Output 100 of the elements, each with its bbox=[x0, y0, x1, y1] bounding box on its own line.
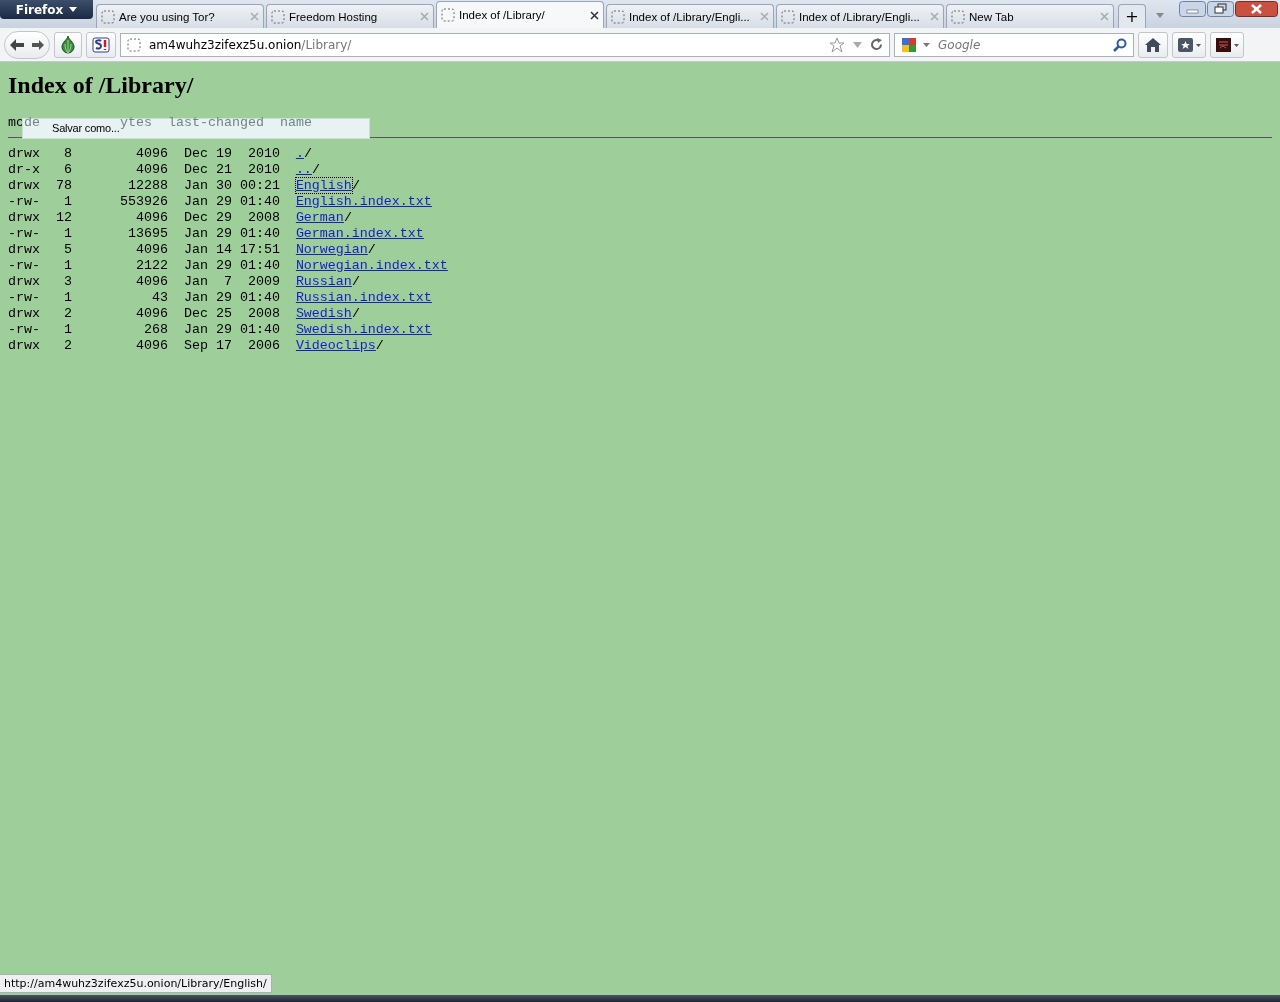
home-icon[interactable] bbox=[1145, 37, 1161, 52]
search-engine-icon[interactable] bbox=[901, 36, 917, 53]
slash-text: / bbox=[351, 178, 360, 193]
page-icon bbox=[127, 37, 141, 52]
search-field[interactable]: Google bbox=[894, 32, 1134, 57]
close-icon[interactable] bbox=[590, 10, 599, 20]
bytes-cell-text: 4096 bbox=[134, 306, 168, 322]
bytes-cell-text: 13695 bbox=[126, 226, 168, 242]
file-link[interactable]: German bbox=[295, 210, 344, 225]
restore-icon[interactable] bbox=[1207, 1, 1234, 17]
mode-cell: drwx bbox=[8, 178, 40, 194]
back-icon[interactable] bbox=[9, 37, 25, 52]
date-cell: Sep 17 2006 bbox=[183, 338, 280, 354]
mode-cell: -rw- bbox=[8, 194, 40, 210]
links-cell-text: 78 bbox=[54, 178, 72, 194]
links-cell-text: 1 bbox=[62, 258, 72, 274]
star-icon[interactable] bbox=[829, 36, 845, 53]
page-icon bbox=[951, 9, 965, 24]
browser-tab[interactable]: Freedom Hosting bbox=[266, 4, 434, 28]
file-link[interactable]: Norwegian bbox=[295, 242, 368, 257]
mode-cell: drwx bbox=[8, 274, 40, 290]
slash-text: / bbox=[311, 162, 320, 177]
bytes-cell-text: 4096 bbox=[134, 274, 168, 290]
bytes-cell-text: 4096 bbox=[134, 210, 168, 226]
address-bar[interactable]: am4wuhz3zifexz5u.onion/Library/ bbox=[120, 32, 890, 57]
date-cell: Jan 7 2009 bbox=[183, 274, 280, 290]
mode-cell: -rw- bbox=[8, 226, 40, 242]
onion-icon[interactable] bbox=[60, 35, 76, 54]
mode-cell: drwx bbox=[8, 210, 40, 226]
browser-tab[interactable]: Index of /Library/Engli... bbox=[776, 4, 944, 28]
minimize-icon[interactable] bbox=[1179, 1, 1206, 17]
slash-text: / bbox=[303, 146, 312, 161]
file-link[interactable]: Swedish.index.txt bbox=[295, 322, 432, 337]
date-cell: Dec 19 2010 bbox=[183, 146, 280, 162]
mode-cell: dr-x bbox=[8, 162, 40, 178]
file-link[interactable]: .. bbox=[295, 162, 312, 177]
bytes-cell-text: 43 bbox=[150, 290, 168, 306]
close-icon[interactable] bbox=[1235, 1, 1278, 17]
caret-icon[interactable] bbox=[69, 7, 78, 12]
file-link[interactable]: English.index.txt bbox=[295, 194, 432, 209]
mode-cell: -rw- bbox=[8, 290, 40, 306]
slash-text: / bbox=[351, 274, 360, 289]
mode-cell: drwx bbox=[8, 146, 40, 162]
forward-icon[interactable] bbox=[31, 38, 45, 51]
file-link[interactable]: Swedish bbox=[295, 306, 352, 321]
file-link[interactable]: German.index.txt bbox=[295, 226, 424, 241]
links-cell-text: 5 bbox=[62, 242, 72, 258]
script-block-icon[interactable] bbox=[92, 36, 110, 53]
date-cell: Dec 25 2008 bbox=[183, 306, 280, 322]
links-cell-text: 8 bbox=[62, 146, 72, 162]
page-icon bbox=[271, 9, 285, 24]
file-link[interactable]: English bbox=[295, 178, 352, 193]
date-cell: Jan 30 00:21 bbox=[183, 178, 280, 194]
search-input[interactable]: Google bbox=[936, 36, 1107, 53]
column-header: de bbox=[24, 115, 40, 130]
file-link[interactable]: . bbox=[295, 146, 304, 161]
slash-text: / bbox=[343, 210, 352, 225]
bytes-cell-text: 2122 bbox=[134, 258, 168, 274]
slash-text: / bbox=[351, 306, 360, 321]
mode-cell: drwx bbox=[8, 242, 40, 258]
page-icon bbox=[441, 8, 455, 22]
date-cell: Jan 29 01:40 bbox=[183, 226, 280, 242]
firefox-menu-button[interactable]: Firefox bbox=[0, 0, 93, 19]
browser-tab[interactable]: Are you using Tor? bbox=[96, 4, 264, 28]
browser-tab[interactable]: Index of /Library/ bbox=[436, 1, 604, 28]
page-heading: Index of /Library/ bbox=[8, 72, 195, 99]
bytes-cell-text: 12288 bbox=[126, 178, 168, 194]
date-cell: Dec 21 2010 bbox=[183, 162, 280, 178]
file-link[interactable]: Russian.index.txt bbox=[295, 290, 432, 305]
date-cell: Jan 29 01:40 bbox=[183, 194, 280, 210]
status-url: http://am4wuhz3zifexz5u.onion/Library/English/ bbox=[0, 974, 272, 993]
new-tab-button[interactable]: + bbox=[1118, 4, 1146, 28]
page-icon bbox=[101, 9, 115, 24]
bytes-cell-text: 4096 bbox=[134, 338, 168, 354]
column-header: mc bbox=[8, 115, 24, 130]
bytes-cell-text: 268 bbox=[142, 322, 168, 338]
reload-icon[interactable] bbox=[870, 38, 883, 51]
bytes-cell-text: 4096 bbox=[134, 146, 168, 162]
mode-cell: -rw- bbox=[8, 258, 40, 274]
browser-tab[interactable]: Index of /Library/Engli... bbox=[606, 4, 774, 28]
bytes-cell-text: 4096 bbox=[134, 162, 168, 178]
addon-icon[interactable] bbox=[1215, 36, 1239, 53]
file-link[interactable]: Russian bbox=[295, 274, 352, 289]
bytes-cell-text: 553926 bbox=[118, 194, 168, 210]
date-cell: Jan 29 01:40 bbox=[183, 290, 280, 306]
browser-tab[interactable]: New Tab bbox=[946, 4, 1114, 28]
mode-cell: drwx bbox=[8, 306, 40, 322]
column-header: last-changed bbox=[168, 115, 264, 130]
links-cell-text: 12 bbox=[54, 210, 72, 226]
file-link[interactable]: Videoclips bbox=[295, 338, 376, 353]
search-icon[interactable] bbox=[1113, 37, 1127, 52]
date-cell: Dec 29 2008 bbox=[183, 210, 280, 226]
bookmarks-icon[interactable] bbox=[1177, 36, 1201, 53]
date-cell: Jan 29 01:40 bbox=[183, 258, 280, 274]
links-cell-text: 1 bbox=[62, 290, 72, 306]
file-link[interactable]: Norwegian.index.txt bbox=[295, 258, 448, 273]
page-icon bbox=[611, 9, 625, 24]
date-cell: Jan 14 17:51 bbox=[183, 242, 280, 258]
links-cell-text: 3 bbox=[62, 274, 72, 290]
bytes-cell-text: 4096 bbox=[134, 242, 168, 258]
